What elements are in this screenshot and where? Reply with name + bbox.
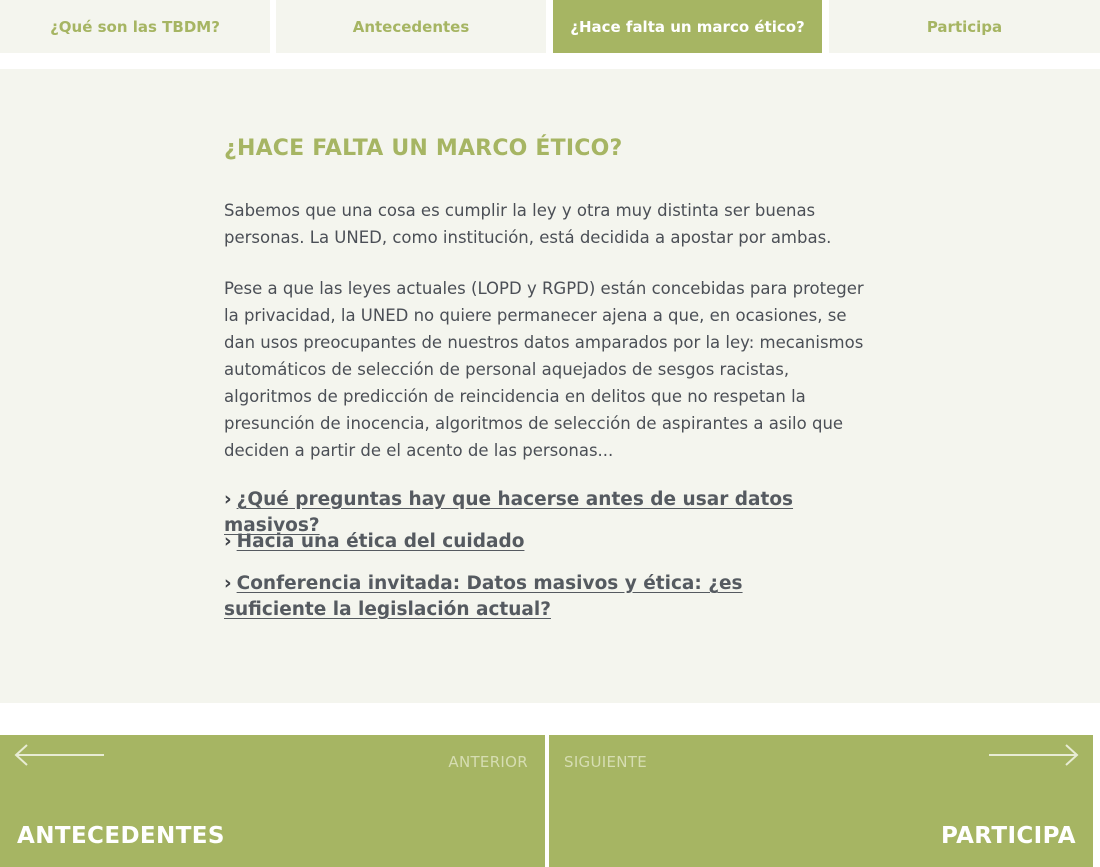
- previous-title: ANTECEDENTES: [17, 823, 225, 849]
- link-etica-del-cuidado[interactable]: Hacia una ética del cuidado: [237, 531, 525, 552]
- next-page-button[interactable]: SIGUIENTE PARTICIPA: [549, 735, 1093, 867]
- tab-marco-etico[interactable]: ¿Hace falta un marco ético?: [553, 0, 822, 53]
- tab-participa[interactable]: Participa: [829, 0, 1100, 53]
- next-kicker: SIGUIENTE: [564, 753, 648, 771]
- chevron-right-icon: ›: [224, 531, 232, 552]
- chevron-right-icon: ›: [224, 489, 232, 510]
- previous-kicker: ANTERIOR: [448, 753, 528, 771]
- chevron-right-icon: ›: [224, 573, 232, 594]
- tab-antecedentes[interactable]: Antecedentes: [276, 0, 546, 53]
- arrow-right-icon: [989, 744, 1079, 766]
- list-item: › Conferencia invitada: Datos masivos y é…: [224, 571, 824, 623]
- link-conferencia-invitada[interactable]: Conferencia invitada: Datos masivos y ét…: [224, 573, 743, 620]
- tab-que-son-tbdm[interactable]: ¿Qué son las TBDM?: [0, 0, 270, 53]
- intro-paragraph: Sabemos que una cosa es cumplir la ley y…: [224, 201, 832, 247]
- section-tabs: ¿Qué son las TBDM? Antecedentes ¿Hace fa…: [0, 0, 1100, 53]
- next-title: PARTICIPA: [940, 823, 1076, 849]
- arrow-left-icon: [14, 744, 104, 766]
- list-item: › Hacia una ética del cuidado: [224, 529, 864, 555]
- body-paragraph: Pese a que las leyes actuales (LOPD y RG…: [224, 279, 864, 460]
- content-panel: ¿HACE FALTA UN MARCO ÉTICO? Sabemos que …: [0, 69, 1100, 703]
- previous-page-button[interactable]: ANTERIOR ANTECEDENTES: [0, 735, 545, 867]
- section-title: ¿HACE FALTA UN MARCO ÉTICO?: [224, 136, 623, 161]
